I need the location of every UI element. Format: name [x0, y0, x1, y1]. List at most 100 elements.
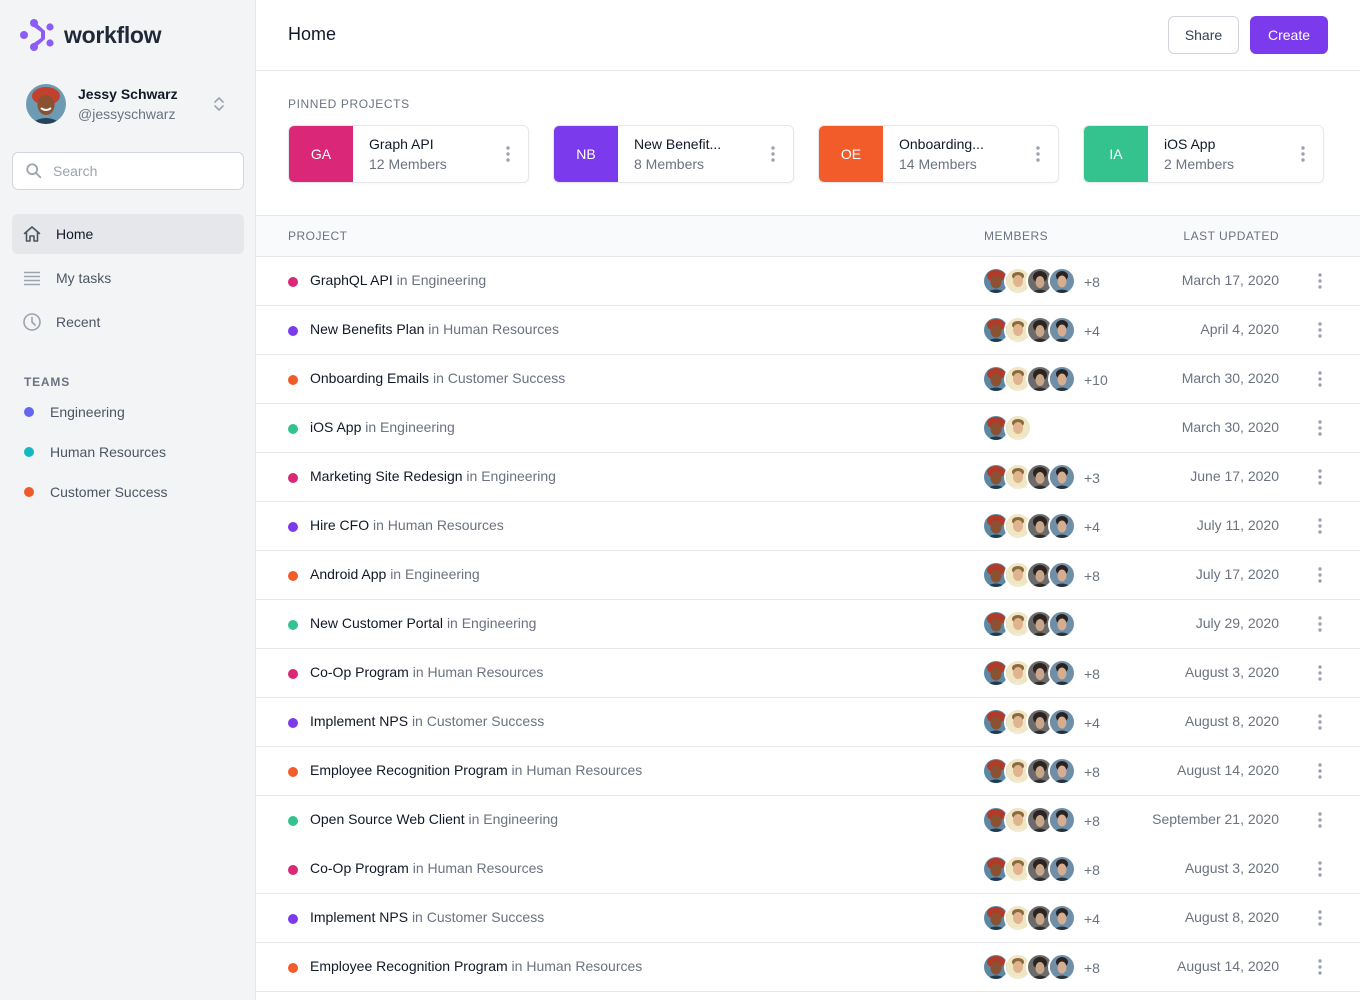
- project-color-dot: [288, 669, 298, 679]
- table-row[interactable]: Marketing Site Redesign in Engineering +…: [256, 453, 1360, 502]
- pinned-project-card[interactable]: IA iOS App 2 Members: [1083, 125, 1324, 183]
- table-row[interactable]: Implement NPS in Customer Success +4 Aug…: [256, 894, 1360, 943]
- project-team: in Human Resources: [412, 664, 544, 680]
- table-row[interactable]: Android App in Engineering +8 July 17, 2…: [256, 551, 1360, 600]
- project-name[interactable]: Co-Op Program: [310, 860, 409, 876]
- kebab-menu-icon[interactable]: [1310, 957, 1330, 977]
- kebab-menu-icon[interactable]: [1310, 369, 1330, 389]
- pinned-project-card[interactable]: OE Onboarding... 14 Members: [818, 125, 1059, 183]
- column-header-members[interactable]: MEMBERS: [984, 229, 1048, 243]
- kebab-menu-icon[interactable]: [1310, 271, 1330, 291]
- kebab-menu-icon[interactable]: [1310, 418, 1330, 438]
- project-name[interactable]: Implement NPS: [310, 909, 408, 925]
- project-name[interactable]: Open Source Web Client: [310, 811, 465, 827]
- kebab-menu-icon[interactable]: [1310, 614, 1330, 634]
- kebab-menu-icon[interactable]: [1310, 320, 1330, 340]
- project-name[interactable]: Employee Recognition Program: [310, 958, 508, 974]
- table-row[interactable]: Hire CFO in Human Resources +4 July 11, …: [256, 502, 1360, 551]
- team-item-engineering[interactable]: Engineering: [12, 392, 244, 432]
- project-name[interactable]: Hire CFO: [310, 517, 369, 533]
- project-title: Marketing Site Redesign in Engineering: [310, 468, 556, 484]
- project-name[interactable]: GraphQL API: [310, 272, 393, 288]
- member-avatar: [1048, 512, 1076, 540]
- create-button[interactable]: Create: [1250, 16, 1328, 54]
- member-avatar: [1048, 708, 1076, 736]
- more-members-count: +4: [1084, 323, 1100, 339]
- table-row[interactable]: Onboarding Emails in Customer Success +1…: [256, 355, 1360, 404]
- project-team: in Engineering: [446, 615, 537, 631]
- pinned-project-members: 14 Members: [899, 156, 977, 172]
- pinned-projects-heading: PINNED PROJECTS: [288, 97, 410, 111]
- kebab-menu-icon[interactable]: [1310, 859, 1330, 879]
- kebab-menu-icon[interactable]: [1310, 663, 1330, 683]
- project-name[interactable]: Android App: [310, 566, 386, 582]
- table-row[interactable]: Employee Recognition Program in Human Re…: [256, 747, 1360, 796]
- kebab-menu-icon[interactable]: [1310, 761, 1330, 781]
- team-item-human-resources[interactable]: Human Resources: [12, 432, 244, 472]
- project-color-dot: [288, 326, 298, 336]
- kebab-menu-icon[interactable]: [1310, 467, 1330, 487]
- projects-table: PROJECT MEMBERS LAST UPDATED GraphQL API…: [256, 215, 1360, 992]
- page-title: Home: [288, 24, 337, 44]
- team-color-dot: [24, 407, 34, 417]
- table-row[interactable]: iOS App in Engineering March 30, 2020: [256, 404, 1360, 453]
- search-box[interactable]: [12, 152, 244, 190]
- table-row[interactable]: New Benefits Plan in Human Resources +4 …: [256, 306, 1360, 355]
- kebab-menu-icon[interactable]: [488, 126, 528, 182]
- member-avatars: +8: [982, 757, 1100, 785]
- project-name[interactable]: New Customer Portal: [310, 615, 443, 631]
- kebab-menu-icon[interactable]: [1283, 126, 1323, 182]
- share-button[interactable]: Share: [1168, 16, 1239, 54]
- project-name[interactable]: Onboarding Emails: [310, 370, 429, 386]
- more-members-count: +3: [1084, 470, 1100, 486]
- table-row[interactable]: Co-Op Program in Human Resources +8 Augu…: [256, 649, 1360, 698]
- kebab-menu-icon[interactable]: [1018, 126, 1058, 182]
- project-color-dot: [288, 424, 298, 434]
- project-name[interactable]: iOS App: [310, 419, 361, 435]
- column-header-last-updated[interactable]: LAST UPDATED: [1183, 229, 1279, 243]
- project-color-dot: [288, 571, 298, 581]
- nav-item-recent[interactable]: Recent: [12, 302, 244, 342]
- member-avatars: +3: [982, 463, 1100, 491]
- table-row[interactable]: Employee Recognition Program in Human Re…: [256, 943, 1360, 992]
- table-header: PROJECT MEMBERS LAST UPDATED: [256, 215, 1360, 257]
- table-row[interactable]: New Customer Portal in Engineering July …: [256, 600, 1360, 649]
- project-name[interactable]: Implement NPS: [310, 713, 408, 729]
- nav-item-label: Home: [56, 226, 94, 242]
- team-item-customer-success[interactable]: Customer Success: [12, 472, 244, 512]
- table-row[interactable]: GraphQL API in Engineering +8 March 17, …: [256, 257, 1360, 306]
- nav-item-my-tasks[interactable]: My tasks: [12, 258, 244, 298]
- search-input[interactable]: [53, 163, 233, 179]
- kebab-menu-icon[interactable]: [1310, 565, 1330, 585]
- team-label: Customer Success: [50, 484, 168, 500]
- pinned-project-name: New Benefit...: [634, 136, 722, 152]
- project-name[interactable]: Co-Op Program: [310, 664, 409, 680]
- project-name[interactable]: Marketing Site Redesign: [310, 468, 463, 484]
- logo[interactable]: workflow: [20, 18, 162, 52]
- pinned-project-card[interactable]: NB New Benefit... 8 Members: [553, 125, 794, 183]
- project-title: Employee Recognition Program in Human Re…: [310, 958, 642, 974]
- table-row[interactable]: Open Source Web Client in Engineering +8…: [256, 796, 1360, 845]
- project-title: Employee Recognition Program in Human Re…: [310, 762, 642, 778]
- column-header-project[interactable]: PROJECT: [288, 229, 348, 243]
- kebab-menu-icon[interactable]: [753, 126, 793, 182]
- user-avatar: [26, 84, 66, 124]
- workflow-logo-icon: [20, 19, 54, 51]
- pinned-project-name: Onboarding...: [899, 136, 984, 152]
- project-name[interactable]: New Benefits Plan: [310, 321, 424, 337]
- member-avatars: +8: [982, 953, 1100, 981]
- chevron-up-down-icon[interactable]: [212, 94, 226, 114]
- nav-item-home[interactable]: Home: [12, 214, 244, 254]
- kebab-menu-icon[interactable]: [1310, 516, 1330, 536]
- table-row[interactable]: Implement NPS in Customer Success +4 Aug…: [256, 698, 1360, 747]
- project-team: in Engineering: [396, 272, 487, 288]
- main-content: Home Share Create PINNED PROJECTS GA Gra…: [256, 0, 1360, 1000]
- project-name[interactable]: Employee Recognition Program: [310, 762, 508, 778]
- kebab-menu-icon[interactable]: [1310, 712, 1330, 732]
- project-color-dot: [288, 375, 298, 385]
- user-menu[interactable]: Jessy Schwarz @jessyschwarz: [26, 84, 232, 124]
- table-row[interactable]: Co-Op Program in Human Resources +8 Augu…: [256, 845, 1360, 894]
- kebab-menu-icon[interactable]: [1310, 908, 1330, 928]
- kebab-menu-icon[interactable]: [1310, 810, 1330, 830]
- pinned-project-card[interactable]: GA Graph API 12 Members: [288, 125, 529, 183]
